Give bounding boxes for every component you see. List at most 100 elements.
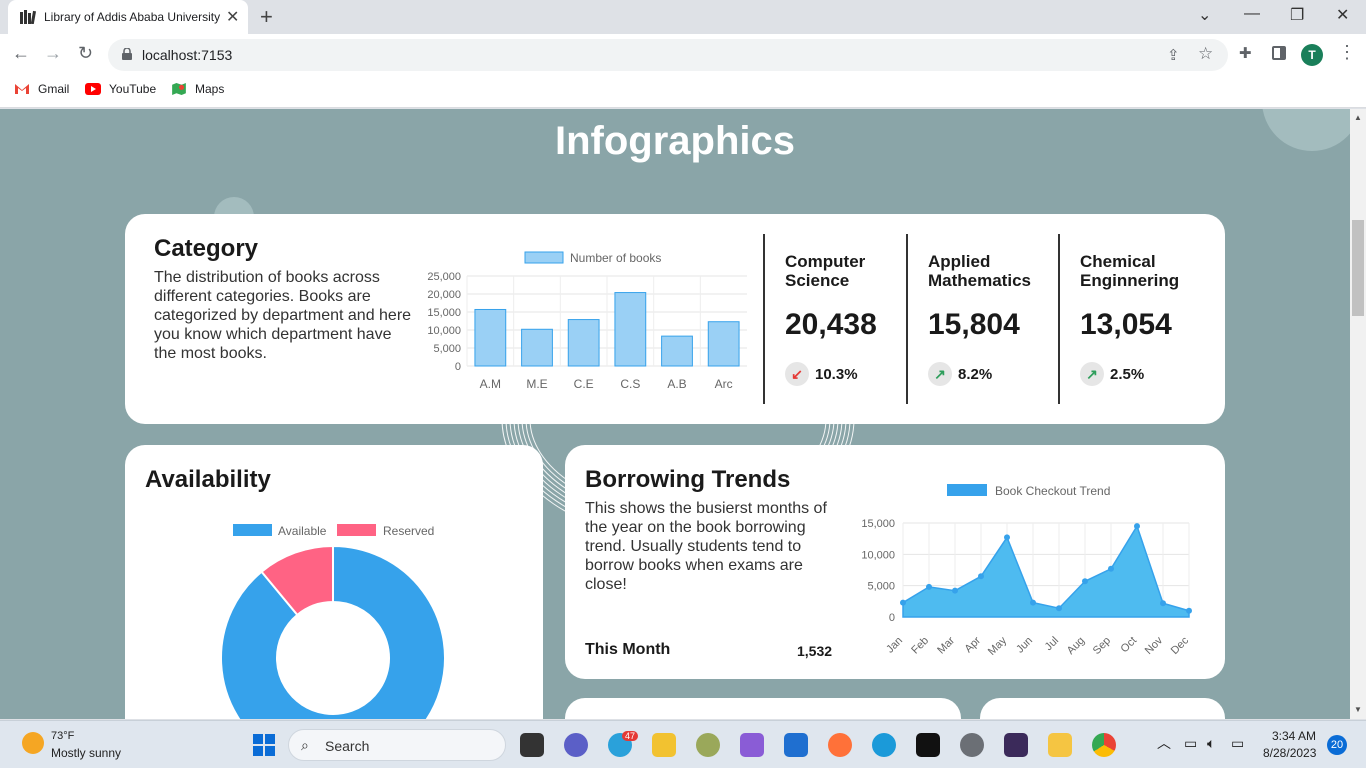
data-point	[1160, 600, 1166, 607]
battery-icon[interactable]: ▭	[1231, 735, 1244, 752]
stat-value-computer-science: 20,438	[785, 308, 877, 341]
books-bar-chart: Number of books 0 5,000 10,000 15,000 20,000 2…	[427, 251, 747, 391]
data-point	[1134, 523, 1140, 530]
y-tick-label: 15,000	[861, 518, 895, 530]
weather-description[interactable]: Mostly sunny	[51, 746, 121, 760]
weather-sun-icon[interactable]	[22, 732, 44, 754]
stat-value-applied-mathematics: 15,804	[928, 308, 1020, 341]
share-icon[interactable]: ⇪	[1167, 46, 1180, 64]
telegram-badge: 47	[622, 731, 639, 741]
stat-label-applied-mathematics: Applied Mathematics	[928, 252, 1031, 290]
legend-swatch	[233, 524, 272, 536]
data-point	[978, 573, 984, 580]
page-scrollbar[interactable]: ▲ ▼	[1350, 109, 1366, 719]
forward-icon[interactable]: →	[44, 43, 62, 64]
stat-divider	[906, 234, 908, 404]
clock-time[interactable]: 3:34 AM	[1272, 729, 1316, 743]
data-point	[900, 599, 906, 606]
borrowing-trends-card: Borrowing Trends This shows the busierst…	[565, 445, 1225, 679]
x-tick-label: M.E	[526, 377, 547, 391]
bookmark-star-icon[interactable]: ☆	[1198, 44, 1213, 64]
arrow-up-right-icon: ↗	[1080, 362, 1104, 386]
close-window-icon[interactable]: ✕	[1336, 5, 1349, 25]
data-point	[1030, 599, 1036, 606]
legend-label: Available	[278, 524, 327, 538]
x-tick-label: Dec	[1169, 634, 1192, 655]
bookmark-label: Gmail	[38, 82, 70, 96]
restore-icon[interactable]: ❐	[1290, 5, 1304, 25]
this-month-value: 1,532	[797, 643, 833, 659]
extensions-icon[interactable]: ✚	[1239, 44, 1252, 62]
stat-value-chemical-engineering: 13,054	[1080, 308, 1172, 341]
x-tick-label: Aug	[1065, 635, 1087, 655]
app-icon[interactable]	[696, 733, 720, 757]
stat-label-chemical-engineering: Chemical Enginnering	[1080, 252, 1180, 290]
scrollbar-thumb[interactable]	[1352, 220, 1364, 316]
tray-chevron-icon[interactable]: ︿	[1157, 733, 1171, 753]
menu-icon[interactable]: ⋮	[1338, 42, 1356, 63]
x-tick-label: May	[986, 634, 1010, 655]
x-tick-label: Sep	[1091, 635, 1113, 655]
category-card: Category The distribution of books acros…	[125, 214, 1225, 424]
side-panel-icon[interactable]	[1272, 46, 1286, 60]
windows-start-icon[interactable]	[253, 734, 275, 756]
bookmark-label: YouTube	[109, 82, 157, 96]
reload-icon[interactable]: ↻	[78, 43, 93, 64]
arrow-up-right-icon: ↗	[928, 362, 952, 386]
browser-tab[interactable]: Library of Addis Ababa University ✕	[8, 0, 248, 34]
weather-temperature[interactable]: 73°F	[51, 730, 74, 742]
display-icon[interactable]: ▭	[1184, 735, 1197, 752]
availability-donut-chart: Available Reserved	[220, 524, 446, 719]
teams-chat-icon[interactable]	[564, 733, 588, 757]
address-bar[interactable]: localhost:7153 ⇪ ☆	[108, 39, 1228, 71]
stat-divider	[1058, 234, 1060, 404]
url-text: localhost:7153	[142, 47, 233, 63]
store-icon[interactable]	[784, 733, 808, 757]
search-icon: ⌕	[301, 737, 309, 753]
close-tab-icon[interactable]: ✕	[226, 7, 239, 27]
scroll-down-icon[interactable]: ▼	[1354, 705, 1362, 714]
category-description: The distribution of books across differe…	[154, 269, 412, 362]
task-view-icon[interactable]	[520, 733, 544, 757]
settings-gear-icon[interactable]	[960, 733, 984, 757]
bar	[707, 321, 740, 367]
data-point	[1056, 605, 1062, 612]
data-point	[1004, 534, 1010, 541]
borrowing-heading: Borrowing Trends	[585, 466, 791, 493]
legend-swatch	[337, 524, 376, 536]
x-tick-label: Arc	[715, 377, 733, 391]
terminal-icon[interactable]	[1004, 733, 1028, 757]
app-icon[interactable]	[1048, 733, 1072, 757]
bookmarks-bar: Gmail YouTube Maps	[0, 76, 1366, 108]
firefox-icon[interactable]	[828, 733, 852, 757]
notification-badge[interactable]: 20	[1327, 735, 1347, 755]
minimize-icon[interactable]: —	[1244, 5, 1260, 23]
x-tick-label: C.E	[574, 377, 594, 391]
app-k-icon[interactable]	[916, 733, 940, 757]
tab-strip: Library of Addis Ababa University ✕ + ⌄ …	[0, 0, 1366, 34]
taskbar-search[interactable]: ⌕ Search	[288, 729, 506, 761]
speaker-icon[interactable]: 🔈︎	[1207, 735, 1215, 752]
file-explorer-icon[interactable]	[652, 733, 676, 757]
back-icon[interactable]: ←	[12, 43, 30, 64]
chrome-icon[interactable]	[1092, 733, 1116, 757]
legend-label: Reserved	[383, 524, 434, 538]
edge-icon[interactable]	[872, 733, 896, 757]
bar	[567, 319, 600, 367]
tab-search-chevron-icon[interactable]: ⌄	[1198, 5, 1211, 25]
new-tab-icon[interactable]: +	[260, 4, 273, 30]
x-tick-label: Feb	[909, 635, 931, 655]
bookmark-youtube[interactable]: YouTube	[85, 82, 156, 96]
bar	[614, 292, 647, 367]
y-tick-label: 10,000	[861, 549, 895, 561]
data-point	[1186, 607, 1192, 614]
bookmark-gmail[interactable]: Gmail	[14, 82, 69, 96]
browser-toolbar: ← → ↻ localhost:7153 ⇪ ☆ ✚ T ⋮	[0, 34, 1366, 76]
profile-avatar[interactable]: T	[1301, 44, 1323, 66]
visual-studio-icon[interactable]	[740, 733, 764, 757]
x-tick-label: Jan	[884, 635, 905, 655]
clock-date[interactable]: 8/28/2023	[1263, 746, 1316, 760]
bookmark-maps[interactable]: Maps	[171, 82, 224, 96]
stat-divider	[763, 234, 765, 404]
scroll-up-icon[interactable]: ▲	[1354, 113, 1362, 122]
